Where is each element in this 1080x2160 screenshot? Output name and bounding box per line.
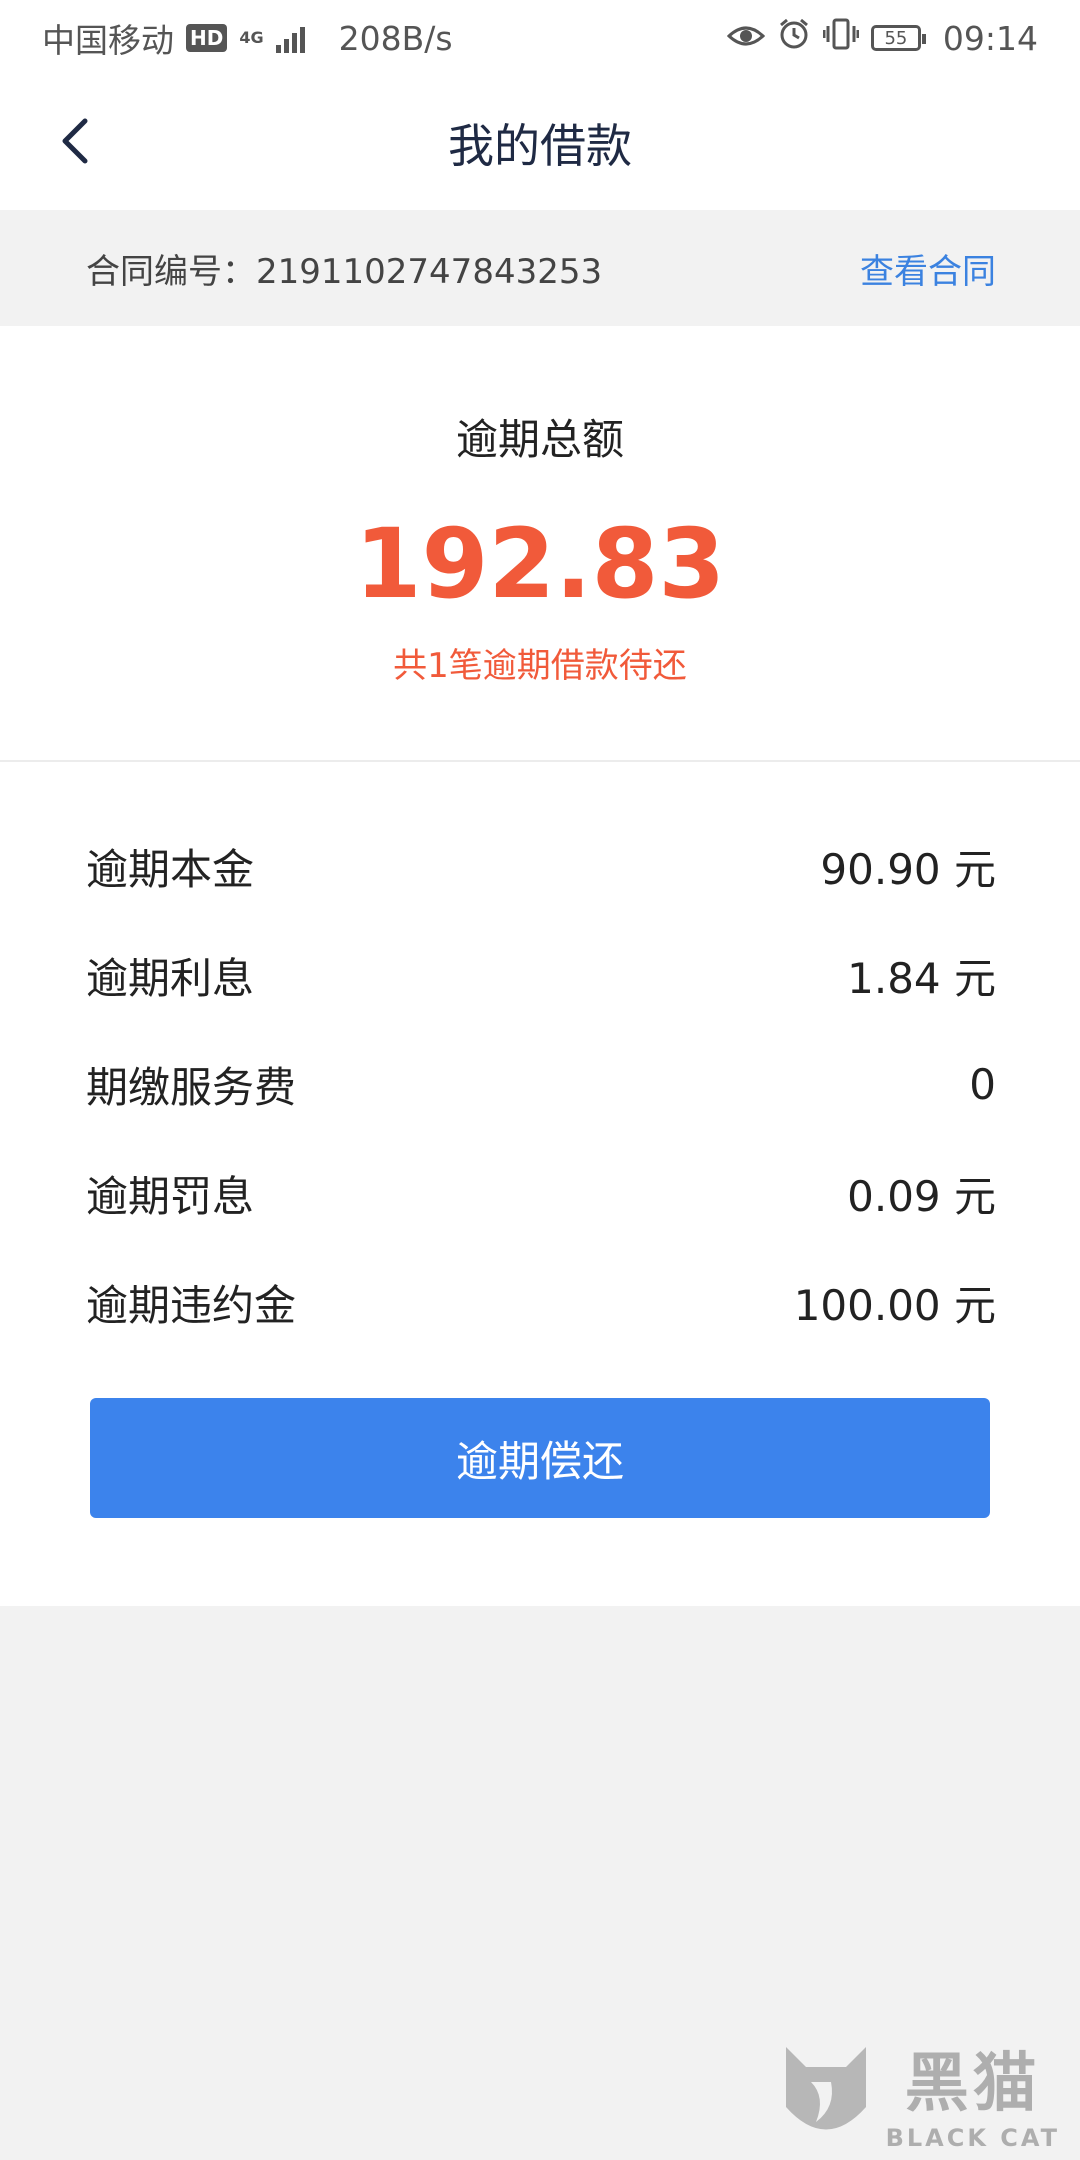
network-speed: 208B/s — [338, 18, 453, 58]
detail-value: 100.00 元 — [793, 1281, 996, 1330]
detail-row-penalty-interest: 逾期罚息 0.09 元 — [86, 1139, 996, 1248]
detail-label: 期缴服务费 — [86, 1063, 297, 1112]
status-bar: 中国移动 HD 4G 208B/s 55 09:14 — [0, 0, 1080, 76]
battery-level: 55 — [884, 27, 908, 49]
overdue-repay-button[interactable]: 逾期偿还 — [90, 1398, 990, 1518]
detail-value: 1.84 元 — [847, 954, 996, 1003]
contract-bar: 合同编号：2191102747843253 查看合同 — [0, 210, 1080, 326]
detail-label: 逾期违约金 — [86, 1281, 297, 1330]
overdue-total-amount: 192.83 — [354, 508, 726, 620]
watermark-text: 黑猫 BLACK CAT — [886, 2032, 1060, 2152]
vibrate-icon — [822, 18, 860, 58]
detail-row-interest: 逾期利息 1.84 元 — [86, 921, 996, 1030]
detail-row-service-fee: 期缴服务费 0 — [86, 1030, 996, 1139]
back-button[interactable] — [44, 106, 104, 176]
detail-value: 0.09 元 — [847, 1172, 996, 1221]
clock-time: 09:14 — [942, 18, 1038, 58]
detail-label: 逾期罚息 — [86, 1172, 255, 1221]
battery-icon: 55 — [870, 25, 926, 51]
view-contract-link[interactable]: 查看合同 — [860, 244, 996, 293]
overdue-total-title: 逾期总额 — [455, 415, 624, 464]
alarm-icon — [777, 17, 811, 59]
detail-row-liquidated-damages: 逾期违约金 100.00 元 — [86, 1248, 996, 1357]
overdue-detail-list: 逾期本金 90.90 元 逾期利息 1.84 元 期缴服务费 0 逾期罚息 0.… — [86, 812, 996, 1357]
watermark-en: BLACK CAT — [885, 2124, 1060, 2152]
chevron-left-icon — [62, 118, 88, 164]
overdue-count-text: 共1笔逾期借款待还 — [393, 646, 687, 686]
carrier-name: 中国移动 — [42, 21, 174, 60]
detail-value: 90.90 元 — [820, 845, 996, 894]
detail-row-principal: 逾期本金 90.90 元 — [86, 812, 996, 921]
page-title: 我的借款 — [448, 119, 632, 173]
watermark-cn: 黑猫 — [904, 2047, 1041, 2121]
status-left: 中国移动 HD 4G 208B/s — [42, 14, 453, 62]
loan-detail-card: 逾期总额 192.83 共1笔逾期借款待还 逾期本金 90.90 元 逾期利息 … — [0, 326, 1080, 1606]
hd-badge: HD — [186, 24, 228, 52]
cat-logo-icon — [785, 2047, 866, 2130]
network-type: 4G — [239, 28, 264, 47]
signal-icon — [275, 23, 305, 53]
detail-label: 逾期本金 — [86, 845, 255, 894]
detail-value: 0 — [969, 1060, 996, 1109]
watermark: 黑猫 BLACK CAT — [776, 2032, 1060, 2152]
status-right: 55 09:14 — [726, 17, 1038, 59]
nav-bar: 我的借款 — [0, 76, 1080, 210]
detail-label: 逾期利息 — [86, 954, 255, 1003]
eye-icon — [726, 19, 766, 58]
divider — [0, 760, 1080, 762]
contract-number: 合同编号：2191102747843253 — [86, 251, 603, 292]
